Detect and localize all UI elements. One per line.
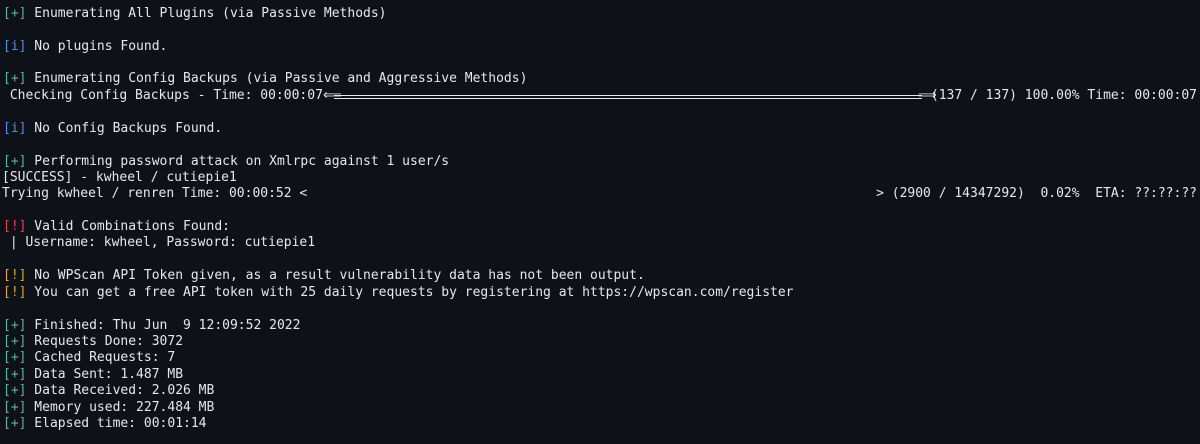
output-line-elapsed-time: [+] Elapsed time: 00:01:14 — [3, 416, 207, 432]
status-tag-plus: [+] — [3, 154, 27, 169]
progress-line-password-left: Trying kwheel / renren Time: 00:00:52 < — [2, 186, 307, 202]
line-text: [SUCCESS] - kwheel / cutiepie1 — [2, 170, 237, 185]
output-line-memory-used: [+] Memory used: 227.484 MB — [3, 400, 214, 416]
line-text: You can get a free API token with 25 dai… — [26, 285, 794, 300]
output-line-enumerating-config-backups: [+] Enumerating Config Backups (via Pass… — [3, 71, 527, 87]
status-tag-plus: [+] — [3, 416, 27, 431]
output-line-free-api-token: [!] You can get a free API token with 25… — [3, 285, 794, 301]
output-line-valid-combinations: [!] Valid Combinations Found: — [3, 219, 230, 235]
line-text: Requests Done: 3072 — [26, 334, 184, 349]
progress-bar-fill — [334, 95, 922, 99]
line-text: Enumerating All Plugins (via Passive Met… — [26, 6, 387, 21]
output-line-credentials: | Username: kwheel, Password: cutiepie1 — [2, 235, 315, 251]
line-text: Finished: Thu Jun 9 12:09:52 2022 — [26, 318, 301, 333]
line-text: Trying kwheel / renren Time: 00:00:52 < — [2, 186, 308, 201]
line-text: Data Received: 2.026 MB — [26, 383, 215, 398]
line-text: Elapsed time: 00:01:14 — [26, 416, 207, 431]
line-text: No plugins Found. — [26, 39, 168, 54]
progress-line-config-backups-left: Checking Config Backups - Time: 00:00:07 — [2, 88, 331, 104]
status-tag-plus: [+] — [3, 400, 27, 415]
line-text: Cached Requests: 7 — [26, 350, 176, 365]
output-line-data-sent: [+] Data Sent: 1.487 MB — [3, 367, 183, 383]
output-line-no-api-token: [!] No WPScan API Token given, as a resu… — [3, 268, 645, 284]
status-tag-plus: [+] — [3, 6, 27, 21]
status-tag-plus: [+] — [3, 71, 27, 86]
line-text: (137 / 137) 100.00% Time: 00:00:07 — [923, 88, 1197, 103]
line-text: | Username: kwheel, Password: cutiepie1 — [2, 235, 316, 250]
output-line-no-config-backups: [i] No Config Backups Found. — [3, 121, 222, 137]
line-text: Data Sent: 1.487 MB — [26, 367, 184, 382]
terminal-window[interactable]: [+] Enumerating All Plugins (via Passive… — [0, 0, 1200, 444]
output-line-cached-requests: [+] Cached Requests: 7 — [3, 350, 175, 366]
line-text: No Config Backups Found. — [26, 121, 223, 136]
line-text: Memory used: 227.484 MB — [26, 400, 215, 415]
line-text: No WPScan API Token given, as a result v… — [26, 268, 645, 283]
line-text: Checking Config Backups - Time: 00:00:07 — [2, 88, 331, 103]
status-tag-info: [i] — [3, 39, 27, 54]
output-line-data-received: [+] Data Received: 2.026 MB — [3, 383, 214, 399]
progress-line-password-right: > (2900 / 14347292) 0.02% ETA: ??:??:?? — [876, 186, 1197, 202]
output-line-enumerating-plugins: [+] Enumerating All Plugins (via Passive… — [3, 6, 387, 22]
line-text: Valid Combinations Found: — [26, 219, 230, 234]
output-line-success: [SUCCESS] - kwheel / cutiepie1 — [2, 170, 237, 186]
status-tag-plus: [+] — [3, 334, 27, 349]
output-line-no-plugins: [i] No plugins Found. — [3, 39, 167, 55]
line-text: Performing password attack on Xmlrpc aga… — [26, 154, 450, 169]
status-tag-warning: [!] — [3, 285, 27, 300]
status-tag-plus: [+] — [3, 350, 27, 365]
line-text: Enumerating Config Backups (via Passive … — [26, 71, 528, 86]
output-line-password-attack: [+] Performing password attack on Xmlrpc… — [3, 154, 449, 170]
status-tag-info: [i] — [3, 121, 27, 136]
progress-line-config-backups-right: (137 / 137) 100.00% Time: 00:00:07 — [923, 88, 1197, 104]
status-tag-plus: [+] — [3, 367, 27, 382]
output-line-requests-done: [+] Requests Done: 3072 — [3, 334, 183, 350]
line-text: > (2900 / 14347292) 0.02% ETA: ??:??:?? — [876, 186, 1197, 201]
status-tag-critical: [!] — [3, 219, 27, 234]
status-tag-plus: [+] — [3, 318, 27, 333]
output-line-finished: [+] Finished: Thu Jun 9 12:09:52 2022 — [3, 318, 300, 334]
status-tag-warning: [!] — [3, 268, 27, 283]
status-tag-plus: [+] — [3, 383, 27, 398]
